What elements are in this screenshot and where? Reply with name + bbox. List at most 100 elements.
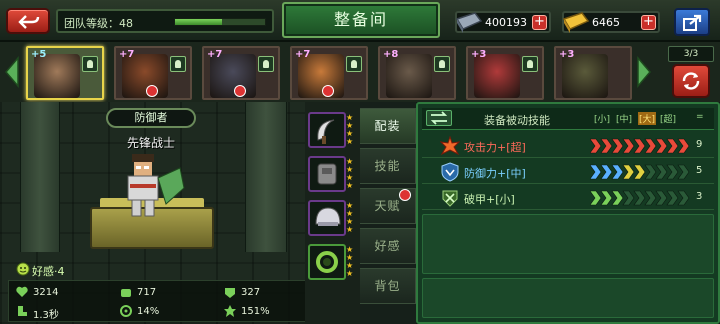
- hero-equip-tag-icon: [346, 56, 362, 72]
- gold-bar-icon: [562, 12, 590, 33]
- level-chevron: [590, 190, 602, 206]
- share-button[interactable]: [674, 8, 710, 36]
- level-chevron: [633, 190, 646, 206]
- hero-card[interactable]: +7: [202, 46, 280, 100]
- skill-name: 攻击力+[超]: [464, 141, 526, 154]
- hero-portrait: [298, 54, 344, 98]
- stat-attack-value: 717: [137, 287, 157, 298]
- hero-equip-tag-icon: [170, 56, 186, 72]
- hero-stats-panel: 3214 717 327 1.3秒 14% 151%: [8, 280, 318, 322]
- column-total: =: [696, 112, 704, 122]
- back-arrow-icon: [18, 15, 40, 29]
- column-small: [小]: [594, 115, 611, 125]
- background-pillar: [20, 102, 60, 252]
- slot-stars: ★ ★ ★ ★: [346, 157, 354, 190]
- skill-level-chevrons: [590, 164, 690, 180]
- slot-stars: ★ ★ ★ ★: [346, 113, 354, 146]
- hero-equip-tag-icon: [434, 56, 450, 72]
- team-level-progress-bar: [174, 18, 266, 26]
- skill-row: 破甲+[小] 3: [422, 186, 714, 210]
- hero-card[interactable]: +3: [466, 46, 544, 100]
- skill-count: 3: [696, 191, 703, 202]
- notification-badge: [146, 85, 158, 97]
- equip-slot-accessory[interactable]: ★ ★ ★ ★: [308, 244, 353, 280]
- level-chevron: [622, 138, 635, 154]
- add-gems-button[interactable]: +: [532, 15, 547, 30]
- stat-defense-value: 327: [241, 287, 261, 298]
- level-chevron: [677, 138, 690, 154]
- level-chevron: [655, 190, 668, 206]
- hero-equip-tag-icon: [82, 56, 98, 72]
- empty-skill-slot: [422, 278, 714, 318]
- ring-icon: [316, 251, 338, 273]
- smiley-icon: [16, 262, 30, 276]
- hero-card[interactable]: +7: [114, 46, 192, 100]
- hero-card[interactable]: +7: [290, 46, 368, 100]
- hero-portrait: [386, 54, 432, 98]
- hero-role-label: 防御者: [134, 111, 168, 124]
- empty-skill-slot: [422, 214, 714, 274]
- level-chevron: [666, 138, 679, 154]
- equip-slot-helmet[interactable]: ★ ★ ★ ★: [308, 200, 353, 236]
- page-title: 整备间: [282, 2, 440, 38]
- swap-hero-button[interactable]: [672, 64, 710, 98]
- hero-card[interactable]: +5: [26, 46, 104, 100]
- background-pillar: [245, 102, 287, 252]
- hero-level: +7: [295, 49, 311, 60]
- gems-counter: 400193 +: [455, 11, 551, 33]
- affinity-value: 好感·4: [32, 265, 65, 278]
- sickle-icon: [317, 119, 335, 144]
- level-chevron: [622, 190, 635, 206]
- back-button[interactable]: [6, 8, 50, 34]
- hero-level: +3: [559, 49, 575, 60]
- talent-notification-badge: [399, 189, 411, 201]
- level-chevron: [666, 164, 679, 180]
- hero-portrait: [34, 54, 80, 98]
- scroll-left-icon[interactable]: [2, 54, 22, 90]
- hero-card[interactable]: +3: [554, 46, 632, 100]
- tab-loadout[interactable]: 配装: [360, 108, 416, 144]
- tab-backpack[interactable]: 背包: [360, 268, 416, 304]
- skill-level-chevrons: [590, 138, 690, 154]
- team-level-label: 团队等级：48: [64, 17, 133, 30]
- skill-row: 攻击力+[超] 9: [422, 134, 714, 158]
- hero-sprite-icon[interactable]: [118, 148, 188, 228]
- level-chevron: [644, 190, 657, 206]
- skill-count: 5: [696, 165, 703, 176]
- add-gold-button[interactable]: +: [641, 15, 656, 30]
- hero-portrait: [474, 54, 520, 98]
- skill-level-chevrons: [590, 190, 690, 206]
- team-count-value: 3/3: [683, 49, 699, 59]
- level-chevron: [644, 164, 657, 180]
- explosion-icon: [440, 136, 460, 156]
- scroll-right-icon[interactable]: [634, 54, 654, 90]
- hero-level: +7: [119, 49, 135, 60]
- level-chevron: [666, 190, 679, 206]
- gem-bar-icon: [455, 12, 483, 33]
- swap-icon: [682, 72, 700, 90]
- hero-equip-tag-icon: [522, 56, 538, 72]
- share-icon: [683, 14, 702, 31]
- swap-arrows-icon: [430, 111, 448, 125]
- level-chevron: [611, 138, 624, 154]
- boot-icon: [18, 306, 27, 316]
- hero-portrait: [210, 54, 256, 98]
- equip-slot-weapon[interactable]: ★ ★ ★ ★: [308, 112, 353, 148]
- hero-role-plate: 防御者: [106, 108, 196, 128]
- level-chevron: [590, 164, 602, 180]
- heart-icon: [16, 286, 28, 297]
- panel-header: 装备被动技能 [小] [中] [大] [超] =: [422, 108, 714, 130]
- tab-skills[interactable]: 技能: [360, 148, 416, 184]
- side-tabs: 配装 技能 天赋 好感 背包: [360, 102, 416, 324]
- toggle-view-button[interactable]: [426, 110, 452, 126]
- hero-card[interactable]: +8: [378, 46, 456, 100]
- tab-affinity[interactable]: 好感: [360, 228, 416, 264]
- equip-slot-armor[interactable]: ★ ★ ★ ★: [308, 156, 353, 192]
- gold-value: 6465: [592, 16, 620, 29]
- notification-badge: [322, 85, 334, 97]
- hero-display: 防御者 先锋战士 好感·4 3214 717 327 1.3秒 14% 151%: [0, 102, 318, 324]
- column-medium: [中]: [616, 115, 633, 125]
- level-chevron: [677, 164, 690, 180]
- hero-portrait: [562, 54, 608, 98]
- level-chevron: [590, 138, 602, 154]
